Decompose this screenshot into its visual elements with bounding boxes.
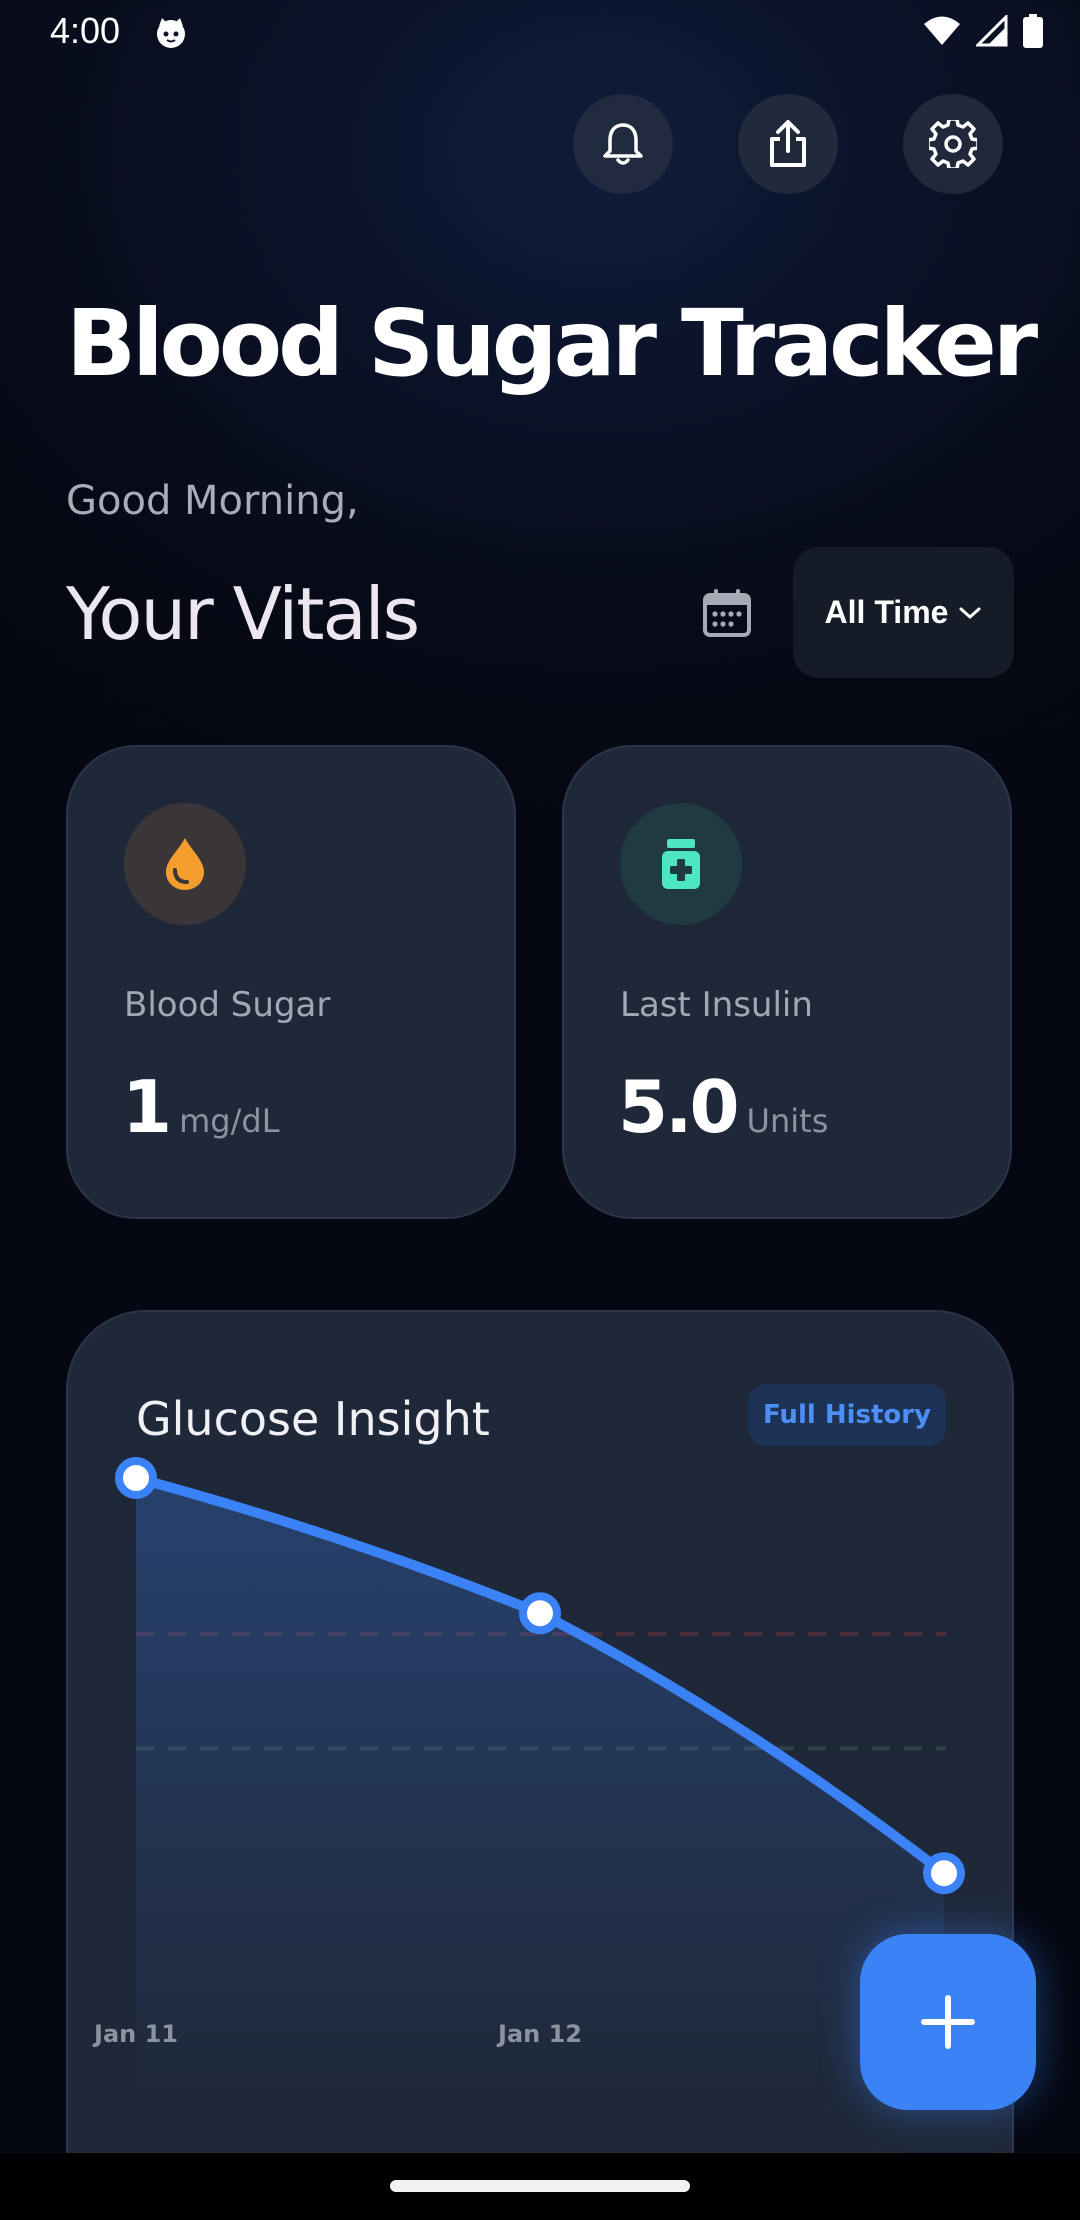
cat-icon [157,18,185,48]
last-insulin-label: Last Insulin [620,985,813,1025]
blood-sugar-unit: mg/dL [179,1102,280,1140]
share-icon [770,120,806,167]
drop-icon [166,838,204,890]
last-insulin-value: 5.0 [618,1065,740,1149]
settings-button[interactable] [903,94,1003,194]
data-point-2 [923,1852,965,1895]
battery-icon [1023,14,1043,48]
gear-icon [929,120,977,168]
home-gesture-handle[interactable] [390,2180,690,2192]
section-title: Your Vitals [66,572,420,656]
blood-sugar-value: 1 [122,1065,172,1149]
x-tick-label: Jan 12 [496,2020,582,2048]
medicine-bottle-icon [662,839,700,889]
signal-icon [976,15,1008,47]
last-insulin-unit: Units [746,1102,829,1140]
insight-title: Glucose Insight [136,1392,490,1446]
notifications-button[interactable] [573,94,673,194]
blood-sugar-icon-wrap [124,803,246,925]
blood-sugar-label: Blood Sugar [124,985,331,1025]
last-insulin-card[interactable]: Last Insulin 5.0 Units [562,745,1012,1219]
bell-icon [603,123,643,165]
data-point-0 [115,1457,157,1499]
add-entry-button[interactable] [860,1934,1036,2110]
status-bar: 4:00 [0,0,1080,64]
app-title: Blood Sugar Tracker [66,290,1038,397]
data-point-1 [519,1592,561,1635]
greeting-text: Good Morning, [66,478,359,524]
share-button[interactable] [738,94,838,194]
wifi-icon [924,16,960,45]
time-range-label: All Time [824,594,949,630]
full-history-button[interactable]: Full History [748,1384,946,1446]
last-insulin-icon-wrap [620,803,742,925]
time-range-select[interactable]: All Time [793,547,1014,678]
blood-sugar-card[interactable]: Blood Sugar 1 mg/dL [66,745,516,1219]
status-time: 4:00 [50,10,121,51]
plus-icon [921,1995,975,2049]
chevron-down-icon [959,607,981,618]
x-tick-label: Jan 11 [92,2020,178,2048]
calendar-icon[interactable] [700,586,754,640]
